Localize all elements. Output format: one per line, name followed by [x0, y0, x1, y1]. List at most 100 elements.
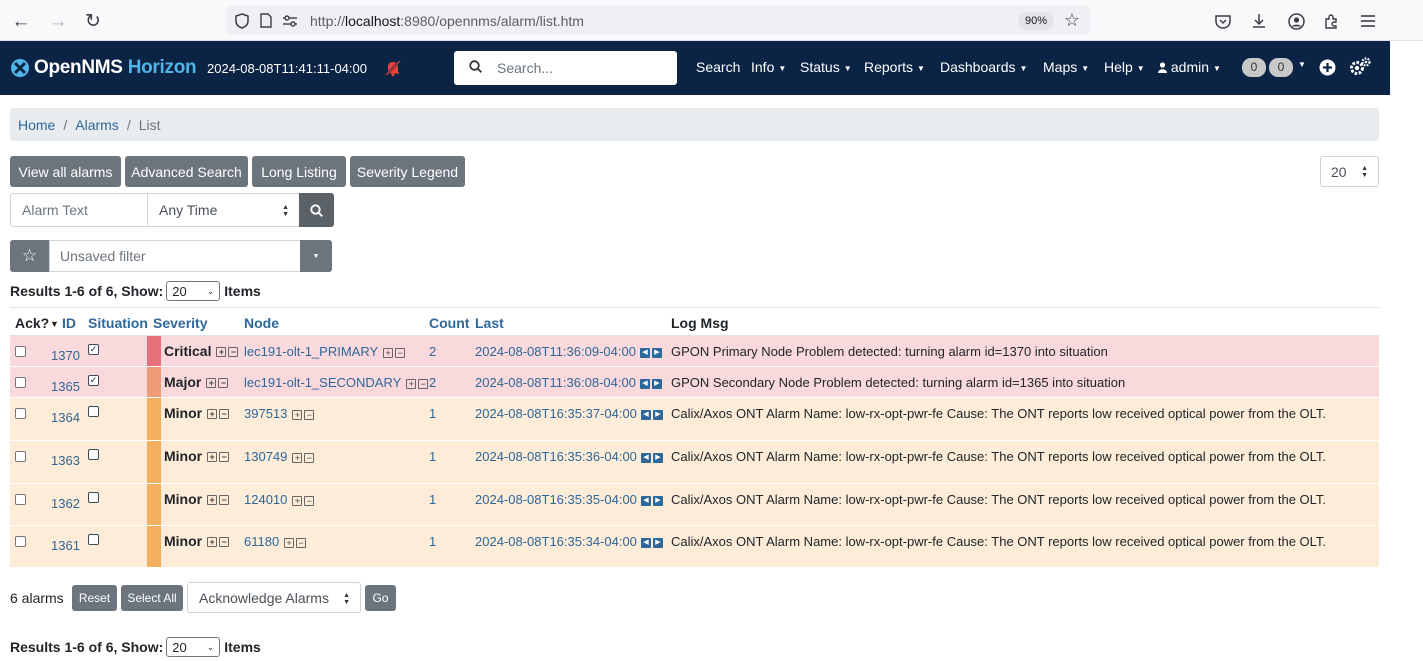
filter-include-icon[interactable]: + — [284, 537, 295, 548]
admin-gears-icon[interactable] — [1349, 57, 1371, 77]
ack-checkbox[interactable] — [15, 536, 26, 547]
filter-after-icon[interactable]: ▶ — [652, 409, 663, 420]
filter-include-icon[interactable]: + — [207, 409, 218, 420]
count-link[interactable]: 1 — [429, 406, 436, 421]
situation-checkbox[interactable] — [88, 492, 99, 503]
filter-include-icon[interactable]: + — [292, 409, 303, 420]
filter-include-icon[interactable]: + — [292, 452, 303, 463]
filter-before-icon[interactable]: ◀ — [640, 537, 651, 548]
back-icon[interactable]: ← — [8, 8, 34, 34]
breadcrumb-home[interactable]: Home — [18, 117, 55, 133]
filter-after-icon[interactable]: ▶ — [652, 452, 663, 463]
notification-badge-user[interactable]: 0 — [1242, 58, 1266, 77]
menu-maps[interactable]: Maps ▼ — [1043, 59, 1089, 75]
filter-before-icon[interactable]: ◀ — [639, 347, 650, 358]
situation-checkbox[interactable] — [88, 406, 99, 417]
col-header-last[interactable]: Last — [475, 315, 504, 331]
count-link[interactable]: 2 — [429, 375, 436, 390]
last-time-text[interactable]: 2024-08-08T16:35:37-04:00 — [475, 406, 637, 421]
permissions-icon[interactable] — [282, 13, 298, 29]
last-time-text[interactable]: 2024-08-08T11:36:08-04:00 — [475, 375, 636, 390]
situation-checkbox[interactable] — [88, 449, 99, 460]
notification-badge-team[interactable]: 0 — [1269, 58, 1293, 77]
filter-include-icon[interactable]: + — [207, 452, 218, 463]
menu-user[interactable]: admin ▼ — [1158, 59, 1221, 75]
menu-status[interactable]: Status ▼ — [800, 59, 852, 75]
filter-include-icon[interactable]: + — [207, 537, 218, 548]
pocket-icon[interactable] — [1210, 8, 1236, 34]
ack-checkbox[interactable] — [15, 451, 26, 462]
filter-after-icon[interactable]: ▶ — [652, 495, 663, 506]
col-header-node[interactable]: Node — [244, 315, 279, 331]
alarm-search-button[interactable] — [299, 193, 334, 227]
node-link[interactable]: 61180 — [244, 534, 279, 549]
filter-exclude-icon[interactable]: − — [218, 378, 229, 389]
brand-logo[interactable]: OpenNMS Horizon — [10, 56, 197, 80]
account-icon[interactable] — [1283, 8, 1309, 34]
count-link[interactable]: 2 — [429, 344, 436, 359]
go-button[interactable]: Go — [365, 585, 396, 611]
download-icon[interactable] — [1246, 8, 1272, 34]
advanced-search-button[interactable]: Advanced Search — [125, 156, 248, 187]
count-link[interactable]: 1 — [429, 449, 436, 464]
filter-exclude-icon[interactable]: − — [228, 347, 239, 358]
filter-include-icon[interactable]: + — [207, 495, 218, 506]
filter-after-icon[interactable]: ▶ — [651, 378, 662, 389]
last-time-text[interactable]: 2024-08-08T11:36:09-04:00 — [475, 344, 636, 359]
ack-checkbox[interactable] — [15, 408, 26, 419]
alarm-id-link[interactable]: 1362 — [51, 496, 80, 511]
filter-before-icon[interactable]: ◀ — [640, 495, 651, 506]
situation-checkbox[interactable]: ✓ — [88, 344, 99, 355]
col-header-id[interactable]: ID — [62, 315, 76, 331]
zoom-level[interactable]: 90% — [1017, 11, 1054, 30]
results-per-page-select[interactable]: 20 ⌄ — [166, 637, 221, 657]
view-all-alarms-button[interactable]: View all alarms — [10, 156, 121, 187]
hamburger-menu-icon[interactable] — [1355, 8, 1381, 34]
reload-icon[interactable]: ↻ — [80, 8, 106, 34]
select-all-button[interactable]: Select All — [121, 585, 183, 611]
breadcrumb-alarms[interactable]: Alarms — [75, 117, 119, 133]
count-link[interactable]: 1 — [429, 492, 436, 507]
node-link[interactable]: lec191-olt-1_SECONDARY — [244, 375, 401, 390]
page-icon[interactable] — [258, 13, 274, 29]
filter-include-icon[interactable]: + — [292, 495, 303, 506]
last-time-text[interactable]: 2024-08-08T16:35:35-04:00 — [475, 492, 637, 507]
alarm-text-input[interactable]: Alarm Text — [10, 193, 148, 227]
situation-checkbox[interactable] — [88, 534, 99, 545]
filter-include-icon[interactable]: + — [216, 347, 227, 358]
bookmark-star-icon[interactable]: ☆ — [1062, 10, 1082, 31]
alarm-id-link[interactable]: 1363 — [51, 453, 80, 468]
extensions-icon[interactable] — [1319, 8, 1345, 34]
filter-exclude-icon[interactable]: − — [304, 409, 315, 420]
shield-icon[interactable] — [234, 12, 250, 29]
filter-after-icon[interactable]: ▶ — [652, 537, 663, 548]
notifications-caret-icon[interactable]: ▼ — [1298, 60, 1306, 69]
filter-before-icon[interactable]: ◀ — [639, 378, 650, 389]
menu-search[interactable]: Search — [696, 59, 740, 75]
filter-include-icon[interactable]: + — [383, 347, 394, 358]
filter-name-input[interactable]: Unsaved filter — [49, 240, 301, 272]
save-filter-button[interactable]: ☆ — [10, 240, 49, 272]
plus-circle-icon[interactable] — [1319, 59, 1336, 76]
filter-exclude-icon[interactable]: − — [219, 537, 230, 548]
filter-include-icon[interactable]: + — [406, 378, 417, 389]
filter-exclude-icon[interactable]: − — [395, 347, 406, 358]
menu-reports[interactable]: Reports ▼ — [864, 59, 925, 75]
situation-checkbox[interactable]: ✓ — [88, 375, 99, 386]
long-listing-button[interactable]: Long Listing — [252, 156, 346, 187]
filter-exclude-icon[interactable]: − — [304, 495, 315, 506]
alarm-id-link[interactable]: 1365 — [51, 379, 80, 394]
ack-checkbox[interactable] — [15, 346, 26, 357]
filter-exclude-icon[interactable]: − — [219, 495, 230, 506]
last-time-text[interactable]: 2024-08-08T16:35:36-04:00 — [475, 449, 637, 464]
col-header-situation[interactable]: Situation — [88, 315, 148, 331]
url-text[interactable]: http://localhost:8980/opennms/alarm/list… — [310, 13, 1018, 29]
node-link[interactable]: 130749 — [244, 449, 287, 464]
menu-help[interactable]: Help ▼ — [1104, 59, 1145, 75]
alarm-id-link[interactable]: 1361 — [51, 538, 80, 553]
url-bar[interactable]: http://localhost:8980/opennms/alarm/list… — [226, 6, 1090, 35]
page-size-select[interactable]: 20 ▲ ▼ — [1320, 156, 1379, 187]
time-range-select[interactable]: Any Time ▲ ▼ — [147, 193, 300, 227]
forward-icon[interactable]: → — [45, 8, 71, 34]
results-per-page-select[interactable]: 20 ⌄ — [166, 281, 221, 301]
